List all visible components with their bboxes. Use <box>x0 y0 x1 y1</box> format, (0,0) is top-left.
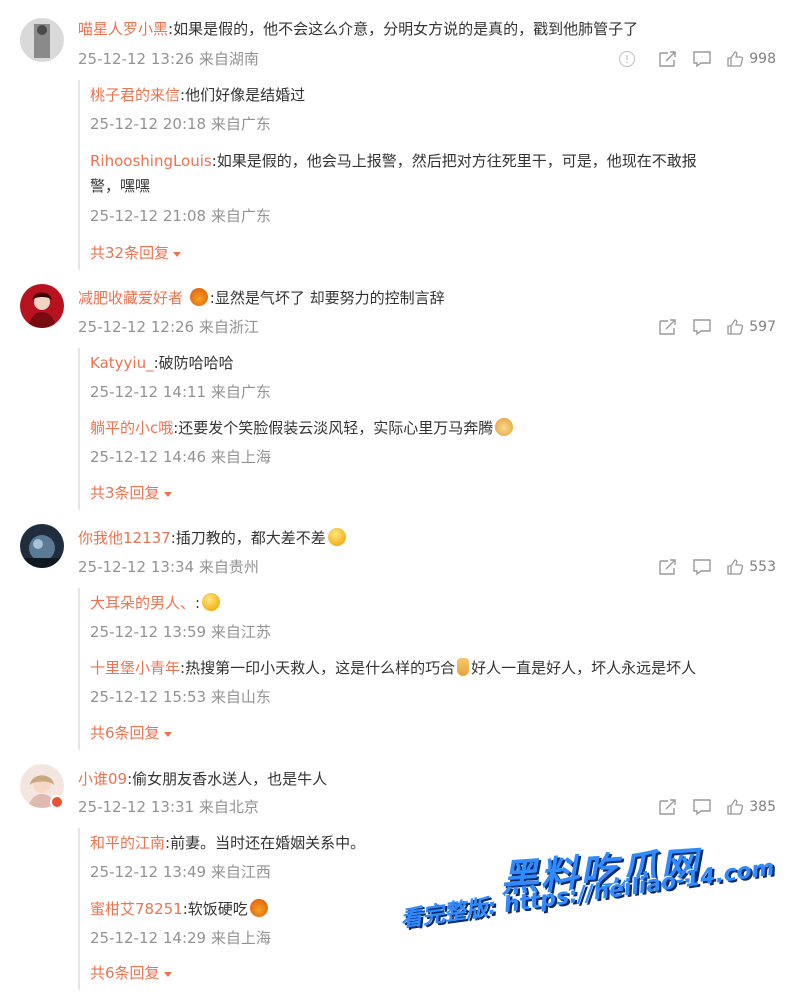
share-icon[interactable] <box>658 318 678 336</box>
comment-meta: 25-12-12 12:26 来自浙江 <box>78 318 259 336</box>
reply-meta: 25-12-12 14:29 来自上海 <box>90 929 271 947</box>
thumbs-up-emoji-icon <box>457 658 470 676</box>
reply-meta: 25-12-12 13:49 来自江西 <box>90 863 271 881</box>
reply-text-continued: 警，嘿嘿 <box>90 177 151 195</box>
reply-list: 大耳朵的男人、: 25-12-12 13:59 来自江苏 十里堡小青年:热搜第一… <box>78 588 778 750</box>
comment-actions: 553 <box>658 556 776 578</box>
reply-text: 躺平的小c哦:还要发个笑脸假装云淡风轻，实际心里万马奔腾 <box>90 417 515 439</box>
comment-actions: 385 <box>658 796 776 818</box>
smile-emoji-icon <box>327 528 346 546</box>
reply-username[interactable]: 躺平的小c哦 <box>90 419 173 437</box>
reply-username[interactable]: RihooshingLouis <box>90 152 212 170</box>
comment-actions: 998 <box>618 48 776 70</box>
comment-text: 你我他12137:插刀教的，都大差不差 <box>78 527 348 549</box>
like-button[interactable]: 553 <box>726 558 776 576</box>
reply-list: Katyyiu_:破防哈哈哈 25-12-12 14:11 来自广东 躺平的小c… <box>78 348 778 510</box>
comment-username[interactable]: 喵星人罗小黑 <box>78 20 168 38</box>
comment-meta: 25-12-12 13:31 来自北京 <box>78 798 259 816</box>
thumbs-up-icon <box>727 319 744 335</box>
reply-meta: 25-12-12 14:46 来自上海 <box>90 448 271 466</box>
like-button[interactable]: 998 <box>726 50 776 68</box>
thumbs-up-icon <box>727 799 744 815</box>
reply-meta: 25-12-12 13:59 来自江苏 <box>90 623 271 641</box>
comment-text: 喵星人罗小黑:如果是假的，他不会这么介意，分明女方说的是真的，戳到他肺管子了 <box>78 20 639 38</box>
reply-list: 桃子君的来信:他们好像是结婚过 25-12-12 20:18 来自广东 Riho… <box>78 80 778 270</box>
comment-text: 减肥收藏爱好者 :显然是气坏了 却要努力的控制言辞 <box>78 288 445 307</box>
thumbs-up-icon <box>727 51 744 67</box>
comment-text: 小谁09:偷女朋友香水送人，也是牛人 <box>78 770 328 788</box>
comment-icon[interactable] <box>692 558 712 576</box>
reply-meta: 25-12-12 15:53 来自山东 <box>90 688 271 706</box>
like-count: 385 <box>749 799 776 815</box>
avatar[interactable] <box>20 18 64 62</box>
share-icon[interactable] <box>658 50 678 68</box>
avatar[interactable] <box>20 524 64 568</box>
chick-emoji-icon <box>202 593 221 611</box>
like-count: 597 <box>749 319 776 335</box>
avatar[interactable] <box>20 284 64 328</box>
vip-badge-icon <box>50 795 64 809</box>
share-icon[interactable] <box>658 558 678 576</box>
like-button[interactable]: 597 <box>726 318 776 336</box>
reply-username[interactable]: 蜜柑艾78251 <box>90 900 183 918</box>
comment-username[interactable]: 小谁09 <box>78 770 127 788</box>
like-count: 998 <box>749 51 776 67</box>
reply-text: Katyyiu_:破防哈哈哈 <box>90 354 234 372</box>
reply-text: 桃子君的来信:他们好像是结婚过 <box>90 86 306 104</box>
like-count: 553 <box>749 559 776 575</box>
reply-meta: 25-12-12 20:18 来自广东 <box>90 115 271 133</box>
comment-username[interactable]: 你我他12137 <box>78 529 171 547</box>
share-icon[interactable] <box>658 798 678 816</box>
comment-actions: 597 <box>658 316 776 338</box>
info-icon[interactable] <box>618 50 636 68</box>
cat-emoji-icon <box>495 418 514 436</box>
reply-meta: 25-12-12 21:08 来自广东 <box>90 207 271 225</box>
comment-meta: 25-12-12 13:34 来自贵州 <box>78 558 259 576</box>
shy-emoji-icon <box>249 899 268 917</box>
reply-text: 大耳朵的男人、: <box>90 592 222 614</box>
like-button[interactable]: 385 <box>726 798 776 816</box>
comment-icon[interactable] <box>692 50 712 68</box>
caret-down-icon <box>163 731 172 737</box>
more-replies-link[interactable]: 共32条回复 <box>90 242 182 264</box>
reply-text: RihooshingLouis:如果是假的，他会马上报警，然后把对方往死里干，可… <box>90 152 697 170</box>
caret-down-icon <box>163 491 172 497</box>
more-replies-link[interactable]: 共3条回复 <box>90 482 172 504</box>
reply-username[interactable]: 和平的江南 <box>90 834 165 852</box>
more-replies-link[interactable]: 共6条回复 <box>90 722 172 744</box>
comment-username[interactable]: 减肥收藏爱好者 <box>78 289 183 307</box>
thumbs-up-icon <box>727 559 744 575</box>
reply-meta: 25-12-12 14:11 来自广东 <box>90 383 271 401</box>
caret-down-icon <box>173 251 182 257</box>
reply-username[interactable]: 大耳朵的男人、 <box>90 594 195 612</box>
reply-username[interactable]: Katyyiu_ <box>90 354 154 372</box>
more-replies-link[interactable]: 共6条回复 <box>90 962 172 984</box>
comment-icon[interactable] <box>692 318 712 336</box>
reply-text: 十里堡小青年:热搜第一印小天救人，这是什么样的巧合 好人一直是好人，坏人永远是坏人 <box>90 658 697 677</box>
reply-username[interactable]: 十里堡小青年 <box>90 659 180 677</box>
comment-meta: 25-12-12 13:26 来自湖南 <box>78 50 259 68</box>
caret-down-icon <box>163 971 172 977</box>
reply-text: 和平的江南:前妻。当时还在婚姻关系中。 <box>90 834 366 852</box>
crown-badge-icon <box>189 288 208 306</box>
comment-icon[interactable] <box>692 798 712 816</box>
reply-username[interactable]: 桃子君的来信 <box>90 86 180 104</box>
reply-text: 蜜柑艾78251:软饭硬吃 <box>90 898 270 920</box>
